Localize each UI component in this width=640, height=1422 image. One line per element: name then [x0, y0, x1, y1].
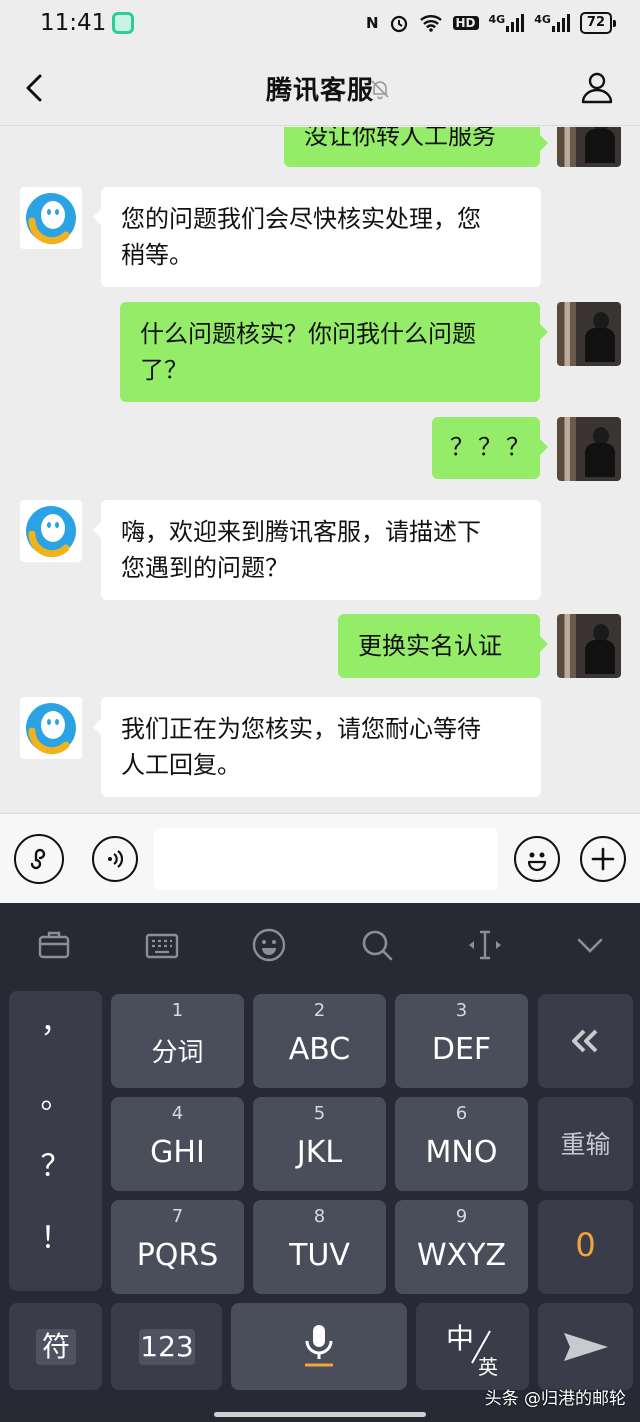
language-switch-key[interactable]: 中 英 — [416, 1303, 529, 1390]
chat-title: 腾讯客服 — [265, 76, 374, 106]
punct-period-key[interactable]: 。 — [9, 1073, 102, 1117]
home-indicator[interactable] — [214, 1412, 426, 1417]
key-5-jkl[interactable]: 5 JKL — [253, 1097, 386, 1191]
backspace-icon — [572, 1029, 598, 1053]
status-time: 11:41 — [40, 10, 107, 36]
send-key[interactable] — [538, 1303, 633, 1390]
cursor-move-icon[interactable] — [465, 925, 505, 965]
ime-keyboard: ， 。 ？ ！ 1 分词 2 ABC 3 DEF 4 GHI 5 JKL 6 M… — [0, 903, 640, 1422]
keyboard-toolbar — [0, 903, 640, 985]
key-9-wxyz[interactable]: 9 WXYZ — [395, 1200, 528, 1294]
key-0[interactable]: 0 — [538, 1200, 633, 1294]
symbol-key[interactable]: 符 — [9, 1303, 102, 1390]
tencent-qq-logo-icon — [26, 506, 76, 558]
alarm-icon — [390, 15, 407, 33]
key-7-pqrs[interactable]: 7 PQRS — [111, 1200, 244, 1294]
user-avatar[interactable] — [557, 417, 621, 481]
emoji-panel-icon[interactable] — [249, 925, 289, 965]
key-2-abc[interactable]: 2 ABC — [253, 994, 386, 1088]
profile-icon[interactable] — [580, 70, 614, 104]
hd-icon: HD — [452, 16, 479, 30]
backspace-key[interactable] — [538, 994, 633, 1088]
user-avatar[interactable] — [557, 127, 621, 167]
signal-4g-icon: 4G — [489, 14, 525, 32]
user-message[interactable]: 没让你转人工服务 — [284, 127, 548, 167]
voice-input-icon[interactable] — [92, 836, 138, 882]
collapse-keyboard-icon[interactable] — [570, 925, 610, 965]
add-more-icon[interactable] — [580, 836, 626, 882]
status-indicators: N HD 4G 4G 72 — [365, 12, 617, 34]
tencent-qq-logo-icon — [26, 193, 76, 245]
user-message[interactable]: 什么问题核实？你问我什么问题 了？ — [120, 302, 548, 402]
key-3-def[interactable]: 3 DEF — [395, 994, 528, 1088]
bot-message[interactable]: 我们正在为您核实，请您耐心等待 人工回复。 — [93, 697, 541, 797]
space-voice-key[interactable] — [231, 1303, 407, 1390]
message-input-bar — [0, 813, 640, 903]
muted-bell-icon — [371, 80, 389, 100]
tencent-qq-logo-icon — [26, 703, 76, 755]
send-arrow-icon — [564, 1333, 608, 1361]
keyboard-switch-icon[interactable] — [142, 925, 182, 965]
key-6-mno[interactable]: 6 MNO — [395, 1097, 528, 1191]
mini-program-icon[interactable] — [14, 834, 64, 884]
status-bar: 11:41 N HD 4G 4G 72 — [0, 0, 640, 52]
punctuation-column[interactable]: ， 。 ？ ！ — [9, 991, 102, 1291]
message-input[interactable] — [154, 828, 498, 890]
watermark: 头条 @归港的邮轮 — [484, 1389, 626, 1409]
user-avatar[interactable] — [557, 614, 621, 678]
punct-comma-key[interactable]: ， — [9, 997, 102, 1041]
toolbox-icon[interactable] — [34, 925, 74, 965]
user-avatar[interactable] — [557, 302, 621, 366]
app-notification-icon — [112, 12, 134, 34]
message-list[interactable]: 没让你转人工服务 您的问题我们会尽快核实处理，您 稍等。 什么问题核实？你问我什… — [0, 127, 640, 813]
user-message[interactable]: ？？？ — [432, 417, 548, 479]
bot-avatar[interactable] — [20, 500, 82, 562]
chat-header: 腾讯客服 — [0, 52, 640, 126]
punct-question-key[interactable]: ？ — [9, 1141, 102, 1185]
bot-message[interactable]: 您的问题我们会尽快核实处理，您 稍等。 — [93, 187, 541, 287]
key-8-tuv[interactable]: 8 TUV — [253, 1200, 386, 1294]
battery-indicator: 72 — [579, 12, 617, 34]
key-1-fenci[interactable]: 1 分词 — [111, 994, 244, 1088]
search-icon[interactable] — [357, 925, 397, 965]
bot-message[interactable]: 嗨，欢迎来到腾讯客服，请描述下 您遇到的问题？ — [93, 500, 541, 600]
punct-exclaim-key[interactable]: ！ — [9, 1213, 102, 1257]
emoji-icon[interactable] — [514, 836, 560, 882]
bot-avatar[interactable] — [20, 697, 82, 759]
bot-avatar[interactable] — [20, 187, 82, 249]
reinput-key[interactable]: 重输 — [538, 1097, 633, 1191]
numeric-key[interactable]: 123 — [111, 1303, 222, 1390]
user-message[interactable]: 更换实名认证 — [338, 614, 548, 678]
nfc-icon: N — [365, 14, 379, 32]
signal-4g-icon: 4G — [534, 14, 570, 32]
microphone-icon — [305, 1325, 333, 1367]
wifi-icon — [419, 15, 442, 32]
key-4-ghi[interactable]: 4 GHI — [111, 1097, 244, 1191]
